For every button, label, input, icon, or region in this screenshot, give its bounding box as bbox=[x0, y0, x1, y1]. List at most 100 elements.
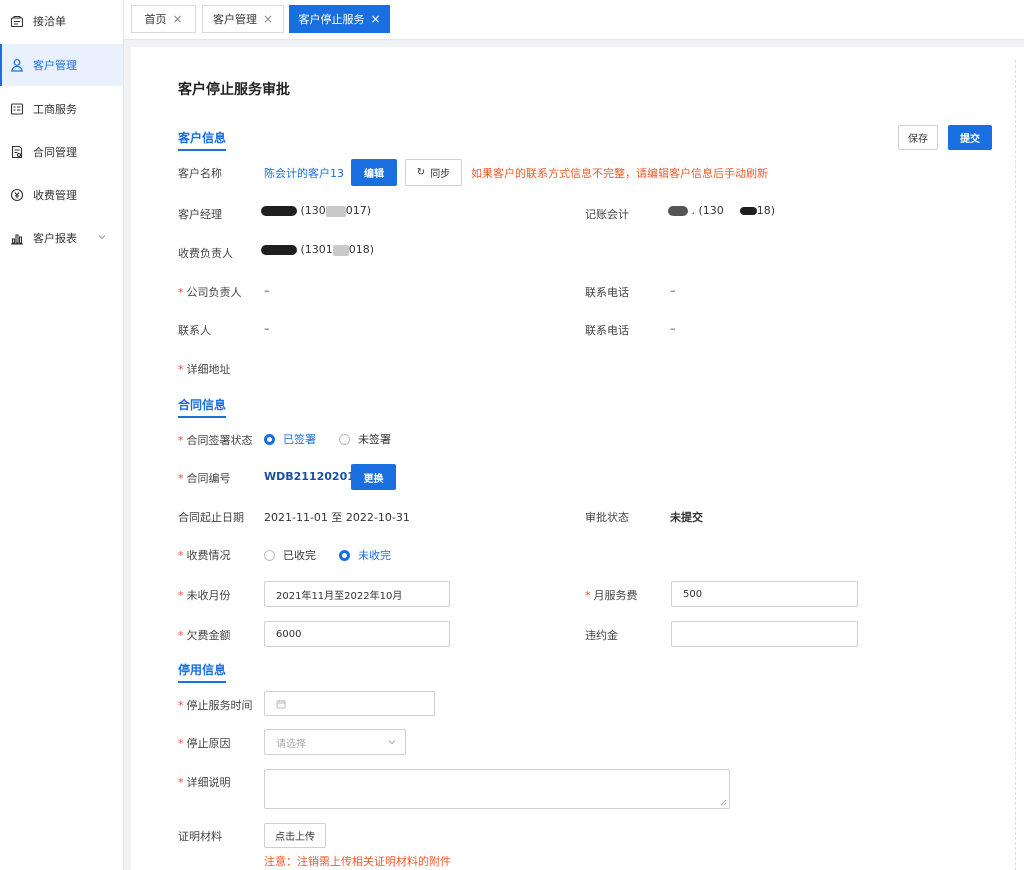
radio-dot-checked bbox=[339, 549, 350, 561]
sidebar-item-contract[interactable]: 合同管理 bbox=[0, 131, 123, 173]
sidebar-item-label: 客户报表 bbox=[33, 232, 77, 245]
radio-label: 已签署 bbox=[283, 433, 316, 446]
tab-customer-stop-service[interactable]: 客户停止服务 × bbox=[289, 5, 390, 33]
accountant-label: 记账会计 bbox=[585, 208, 629, 221]
radio-label: 已收完 bbox=[283, 549, 316, 562]
address-label-text: 详细地址 bbox=[186, 363, 231, 376]
monthly-fee-label-text: 月服务费 bbox=[593, 589, 638, 602]
monthly-fee-label: * 月服务费 bbox=[585, 587, 638, 603]
calendar-icon bbox=[276, 699, 286, 708]
stop-time-picker[interactable] bbox=[264, 691, 435, 716]
stop-reason-select[interactable]: 请选择 bbox=[264, 729, 406, 755]
radio-fee-done[interactable]: 已收完 bbox=[264, 547, 316, 563]
address-label: * 详细地址 bbox=[178, 361, 231, 377]
redacted-phone bbox=[325, 205, 346, 217]
redacted-name bbox=[261, 206, 297, 216]
stop-reason-label: * 停止原因 bbox=[178, 735, 231, 751]
fee-owner-value: (1301 018) bbox=[261, 243, 374, 256]
penalty-label: 违约金 bbox=[585, 629, 618, 642]
customer-name-link[interactable]: 陈会计的客户13 bbox=[264, 165, 344, 181]
sidebar-item-label: 工商服务 bbox=[33, 103, 77, 116]
chevron-down-icon bbox=[388, 740, 396, 745]
resize-handle-icon[interactable] bbox=[719, 798, 727, 806]
radio-signed[interactable]: 已签署 bbox=[264, 431, 316, 447]
tab-label: 首页 bbox=[144, 13, 167, 26]
tab-customer-management[interactable]: 客户管理 × bbox=[202, 5, 284, 33]
sidebar-item-label: 接洽单 bbox=[33, 15, 66, 28]
detail-textarea[interactable] bbox=[264, 769, 730, 809]
manager-phone-suffix: 017) bbox=[345, 204, 372, 217]
unpaid-month-input[interactable]: 2021年11月至2022年10月 bbox=[264, 581, 450, 607]
monthly-fee-input[interactable]: 500 bbox=[671, 581, 858, 607]
tab-bar: 首页 × 客户管理 × 客户停止服务 × bbox=[124, 0, 1024, 40]
contract-icon bbox=[10, 145, 24, 159]
radio-unsigned[interactable]: 未签署 bbox=[339, 431, 391, 447]
required-mark: * bbox=[178, 776, 184, 789]
redacted-phone bbox=[723, 205, 740, 217]
contract-date-value: 2021-11-01 至 2022-10-31 bbox=[264, 511, 410, 524]
sync-button[interactable]: ↻ 同步 bbox=[405, 159, 462, 186]
contract-number-label-text: 合同编号 bbox=[186, 472, 231, 485]
radio-label: 未签署 bbox=[358, 433, 391, 446]
approval-status-value: 未提交 bbox=[670, 511, 703, 524]
close-icon[interactable]: × bbox=[370, 12, 380, 26]
sidebar-item-report[interactable]: 客户报表 bbox=[0, 217, 123, 259]
arrears-label: * 欠费金额 bbox=[178, 627, 231, 643]
manager-phone-prefix: (130 bbox=[300, 204, 326, 217]
save-button[interactable]: 保存 bbox=[898, 125, 938, 150]
penalty-input[interactable] bbox=[671, 621, 858, 647]
reception-icon bbox=[10, 14, 24, 28]
detail-label-text: 详细说明 bbox=[186, 776, 231, 789]
section-title-stop: 停用信息 bbox=[178, 661, 227, 683]
phone-value-2: – bbox=[670, 322, 676, 335]
required-mark: * bbox=[178, 699, 184, 712]
sidebar-item-reception[interactable]: 接洽单 bbox=[0, 0, 123, 42]
tab-home[interactable]: 首页 × bbox=[131, 5, 196, 33]
section-title-contract: 合同信息 bbox=[178, 396, 227, 418]
sidebar-item-label: 收费管理 bbox=[33, 189, 77, 202]
arrears-input[interactable]: 6000 bbox=[264, 621, 450, 647]
sidebar-item-business[interactable]: 工商服务 bbox=[0, 88, 123, 130]
fee-status-label: * 收费情况 bbox=[178, 547, 231, 563]
unpaid-month-label: * 未收月份 bbox=[178, 587, 231, 603]
customer-name-label: 客户名称 bbox=[178, 167, 222, 180]
required-mark: * bbox=[178, 434, 184, 447]
stop-time-label: * 停止服务时间 bbox=[178, 697, 253, 713]
sidebar-item-customer[interactable]: 客户管理 bbox=[0, 44, 123, 86]
accountant-value: . (130 18) bbox=[668, 204, 775, 217]
company-owner-value: – bbox=[264, 284, 270, 297]
close-icon[interactable]: × bbox=[263, 12, 273, 26]
required-mark: * bbox=[178, 472, 184, 485]
unpaid-month-label-text: 未收月份 bbox=[186, 589, 231, 602]
contact-value: – bbox=[264, 322, 270, 335]
edit-customer-button[interactable]: 编辑 bbox=[351, 159, 397, 186]
manager-value: (130 017) bbox=[261, 204, 371, 217]
sidebar-item-fee[interactable]: 收费管理 bbox=[0, 174, 123, 216]
refresh-icon: ↻ bbox=[416, 167, 426, 178]
radio-label: 未收完 bbox=[358, 549, 391, 562]
sync-label: 同步 bbox=[430, 169, 451, 180]
detail-label: * 详细说明 bbox=[178, 774, 231, 790]
fee-owner-phone-prefix: (1301 bbox=[300, 243, 333, 256]
required-mark: * bbox=[585, 589, 591, 602]
radio-fee-undone[interactable]: 未收完 bbox=[339, 547, 391, 563]
sign-status-label: * 合同签署状态 bbox=[178, 432, 253, 448]
submit-button[interactable]: 提交 bbox=[948, 125, 992, 150]
sidebar: 接洽单 客户管理 工商服务 合同管理 收费管理 客户报表 bbox=[0, 0, 124, 870]
close-icon[interactable]: × bbox=[172, 12, 182, 26]
chart-icon bbox=[10, 231, 24, 245]
upload-button[interactable]: 点击上传 bbox=[264, 823, 326, 848]
required-mark: * bbox=[178, 363, 184, 376]
sync-tip: 如果客户的联系方式信息不完整，请编辑客户信息后手动刷新 bbox=[471, 167, 768, 180]
required-mark: * bbox=[178, 589, 184, 602]
required-mark: * bbox=[178, 286, 184, 299]
fee-owner-label: 收费负责人 bbox=[178, 247, 233, 260]
tab-label: 客户管理 bbox=[212, 13, 257, 26]
stop-time-label-text: 停止服务时间 bbox=[186, 699, 253, 712]
page-title: 客户停止服务审批 bbox=[178, 82, 290, 98]
replace-contract-button[interactable]: 更换 bbox=[351, 464, 396, 490]
chevron-down-icon bbox=[98, 235, 106, 240]
phone-label-1: 联系电话 bbox=[585, 286, 629, 299]
contract-date-label: 合同起止日期 bbox=[178, 511, 244, 524]
required-mark: * bbox=[178, 737, 184, 750]
